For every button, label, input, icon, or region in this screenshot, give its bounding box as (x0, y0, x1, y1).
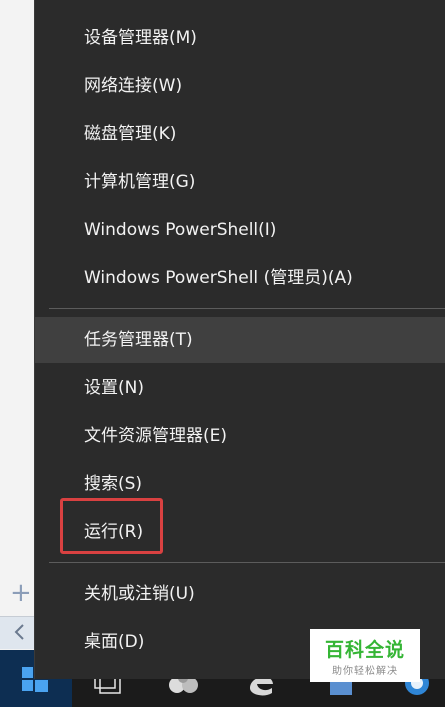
menu-item-disk-management[interactable]: 磁盘管理(K) (35, 111, 445, 157)
desktop-background-strip: + (0, 0, 34, 650)
watermark-subtitle: 助你轻松解决 (332, 666, 398, 677)
watermark-logo: 百科全说 助你轻松解决 (310, 629, 420, 682)
run-annotation-box (60, 498, 163, 554)
winx-context-menu: 设备管理器(M) 网络连接(W) 磁盘管理(K) 计算机管理(G) Window… (34, 0, 445, 679)
screen: + 设备管理器(M) 网络连接(W) 磁盘管理(K) 计算机管理(G) Wind… (0, 0, 445, 707)
menu-separator (49, 562, 445, 563)
menu-item-shutdown-signout[interactable]: 关机或注销(U) (35, 571, 445, 617)
back-arrow-button[interactable] (0, 616, 34, 649)
plus-icon[interactable]: + (10, 580, 34, 606)
watermark-title: 百科全说 (324, 639, 405, 661)
chevron-left-icon (14, 624, 24, 640)
menu-item-computer-management[interactable]: 计算机管理(G) (35, 159, 445, 205)
menu-item-task-manager[interactable]: 任务管理器(T) (35, 317, 445, 363)
menu-item-settings[interactable]: 设置(N) (35, 365, 445, 411)
menu-item-powershell-admin[interactable]: Windows PowerShell (管理员)(A) (35, 255, 445, 301)
menu-item-network-connections[interactable]: 网络连接(W) (35, 63, 445, 109)
menu-separator (49, 308, 445, 309)
menu-item-powershell[interactable]: Windows PowerShell(I) (35, 207, 445, 253)
menu-item-file-explorer[interactable]: 文件资源管理器(E) (35, 413, 445, 459)
menu-item-device-manager[interactable]: 设备管理器(M) (35, 15, 445, 61)
